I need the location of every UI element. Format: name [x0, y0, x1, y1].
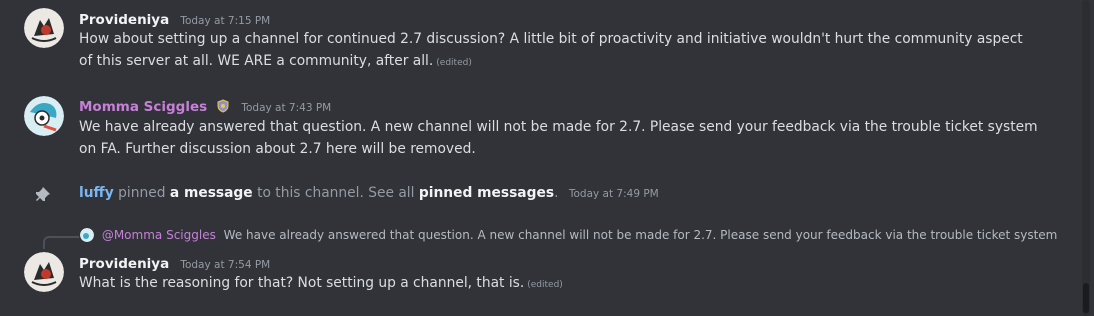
message-content: We have already answered that question. …: [79, 119, 1038, 157]
pin-icon: [35, 187, 51, 207]
username-provideniya[interactable]: Provideniya: [79, 12, 169, 28]
message-timestamp[interactable]: Today at 7:43 PM: [241, 102, 331, 114]
reply-connector: [43, 236, 79, 249]
pinned-system-message: luffy pinned a message to this channel. …: [79, 185, 659, 201]
message-timestamp[interactable]: Today at 7:54 PM: [180, 259, 270, 271]
edited-label: (edited): [436, 58, 472, 68]
pinned-message-link[interactable]: a message: [170, 185, 253, 201]
reply-mention[interactable]: @Momma Sciggles: [102, 228, 216, 242]
username-momma-sciggles[interactable]: Momma Sciggles: [79, 99, 207, 115]
pinned-messages-link[interactable]: pinned messages: [419, 185, 554, 201]
message-content: How about setting up a channel for conti…: [79, 31, 1023, 69]
avatar-momma-sciggles[interactable]: [24, 96, 64, 136]
username-provideniya[interactable]: Provideniya: [79, 256, 169, 272]
reply-avatar: [80, 228, 94, 242]
scrollbar-thumb[interactable]: [1083, 283, 1089, 313]
message-timestamp[interactable]: Today at 7:15 PM: [180, 15, 270, 27]
scrollbar-track[interactable]: [1082, 0, 1090, 316]
moderator-badge-icon[interactable]: [216, 98, 230, 117]
edited-label: (edited): [527, 280, 563, 290]
avatar-provideniya[interactable]: [24, 8, 64, 48]
avatar-provideniya[interactable]: [24, 252, 64, 292]
message-content: What is the reasoning for that? Not sett…: [79, 275, 563, 291]
system-timestamp[interactable]: Today at 7:49 PM: [569, 188, 659, 200]
reply-preview[interactable]: @Momma Sciggles We have already answered…: [80, 228, 1057, 242]
username-luffy[interactable]: luffy: [79, 185, 114, 201]
reply-preview-text[interactable]: We have already answered that question. …: [224, 228, 1058, 242]
